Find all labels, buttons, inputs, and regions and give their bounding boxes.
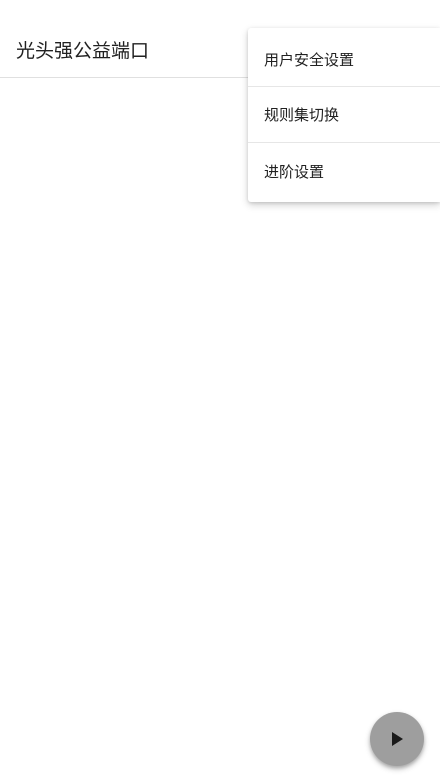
overflow-menu: 用户安全设置 规则集切换 进阶设置 [248,28,440,202]
menu-item-user-security-settings[interactable]: 用户安全设置 [248,28,440,87]
play-icon [392,732,403,746]
app-title: 光头强公益端口 [16,40,150,62]
menu-item-advanced-settings[interactable]: 进阶设置 [248,143,440,199]
play-fab-button[interactable] [370,712,424,766]
menu-item-label: 规则集切换 [264,106,340,124]
menu-item-ruleset-switch[interactable]: 规则集切换 [248,87,440,143]
menu-item-label: 进阶设置 [264,162,325,181]
menu-item-label: 用户安全设置 [264,51,355,69]
